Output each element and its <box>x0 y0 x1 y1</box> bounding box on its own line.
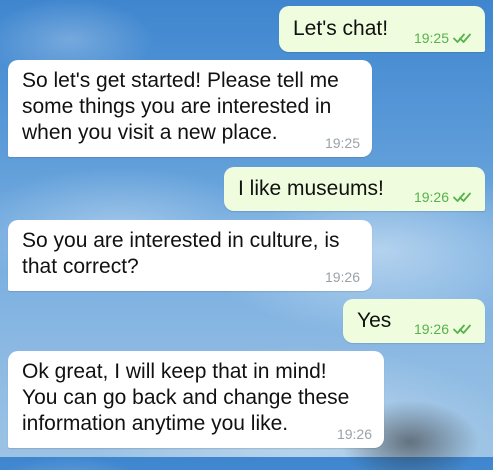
message-time: 19:25 <box>324 135 360 151</box>
double-check-icon <box>453 32 473 44</box>
message-time: 19:26 <box>336 426 372 442</box>
message-time: 19:25 <box>413 30 449 46</box>
message-time: 19:26 <box>413 189 449 205</box>
message-meta: 19:26 <box>414 189 473 205</box>
message-text: Ok great, I will keep that in mind! You … <box>22 360 350 435</box>
message-meta: 19:26 <box>414 321 473 337</box>
message-bubble-incoming[interactable]: Ok great, I will keep that in mind! You … <box>8 351 384 448</box>
message-meta: 19:26 <box>337 426 372 442</box>
message-bubble-incoming[interactable]: So you are interested in culture, is tha… <box>8 220 372 291</box>
double-check-icon <box>453 191 473 203</box>
message-text: So let's get started! Please tell me som… <box>22 69 339 144</box>
message-text: So you are interested in culture, is tha… <box>22 229 340 278</box>
message-meta: 19:26 <box>325 269 360 285</box>
message-meta: 19:25 <box>414 30 473 46</box>
message-time: 19:26 <box>413 321 449 337</box>
message-bubble-outgoing[interactable]: I like museums! 19:26 <box>224 167 485 211</box>
message-bubble-outgoing[interactable]: Yes 19:26 <box>343 299 485 343</box>
double-check-icon <box>453 323 473 335</box>
message-meta: 19:25 <box>325 135 360 151</box>
message-bubble-incoming[interactable]: So let's get started! Please tell me som… <box>8 60 372 157</box>
message-bubble-outgoing[interactable]: Let's chat! 19:25 <box>279 6 485 52</box>
message-time: 19:26 <box>324 269 360 285</box>
